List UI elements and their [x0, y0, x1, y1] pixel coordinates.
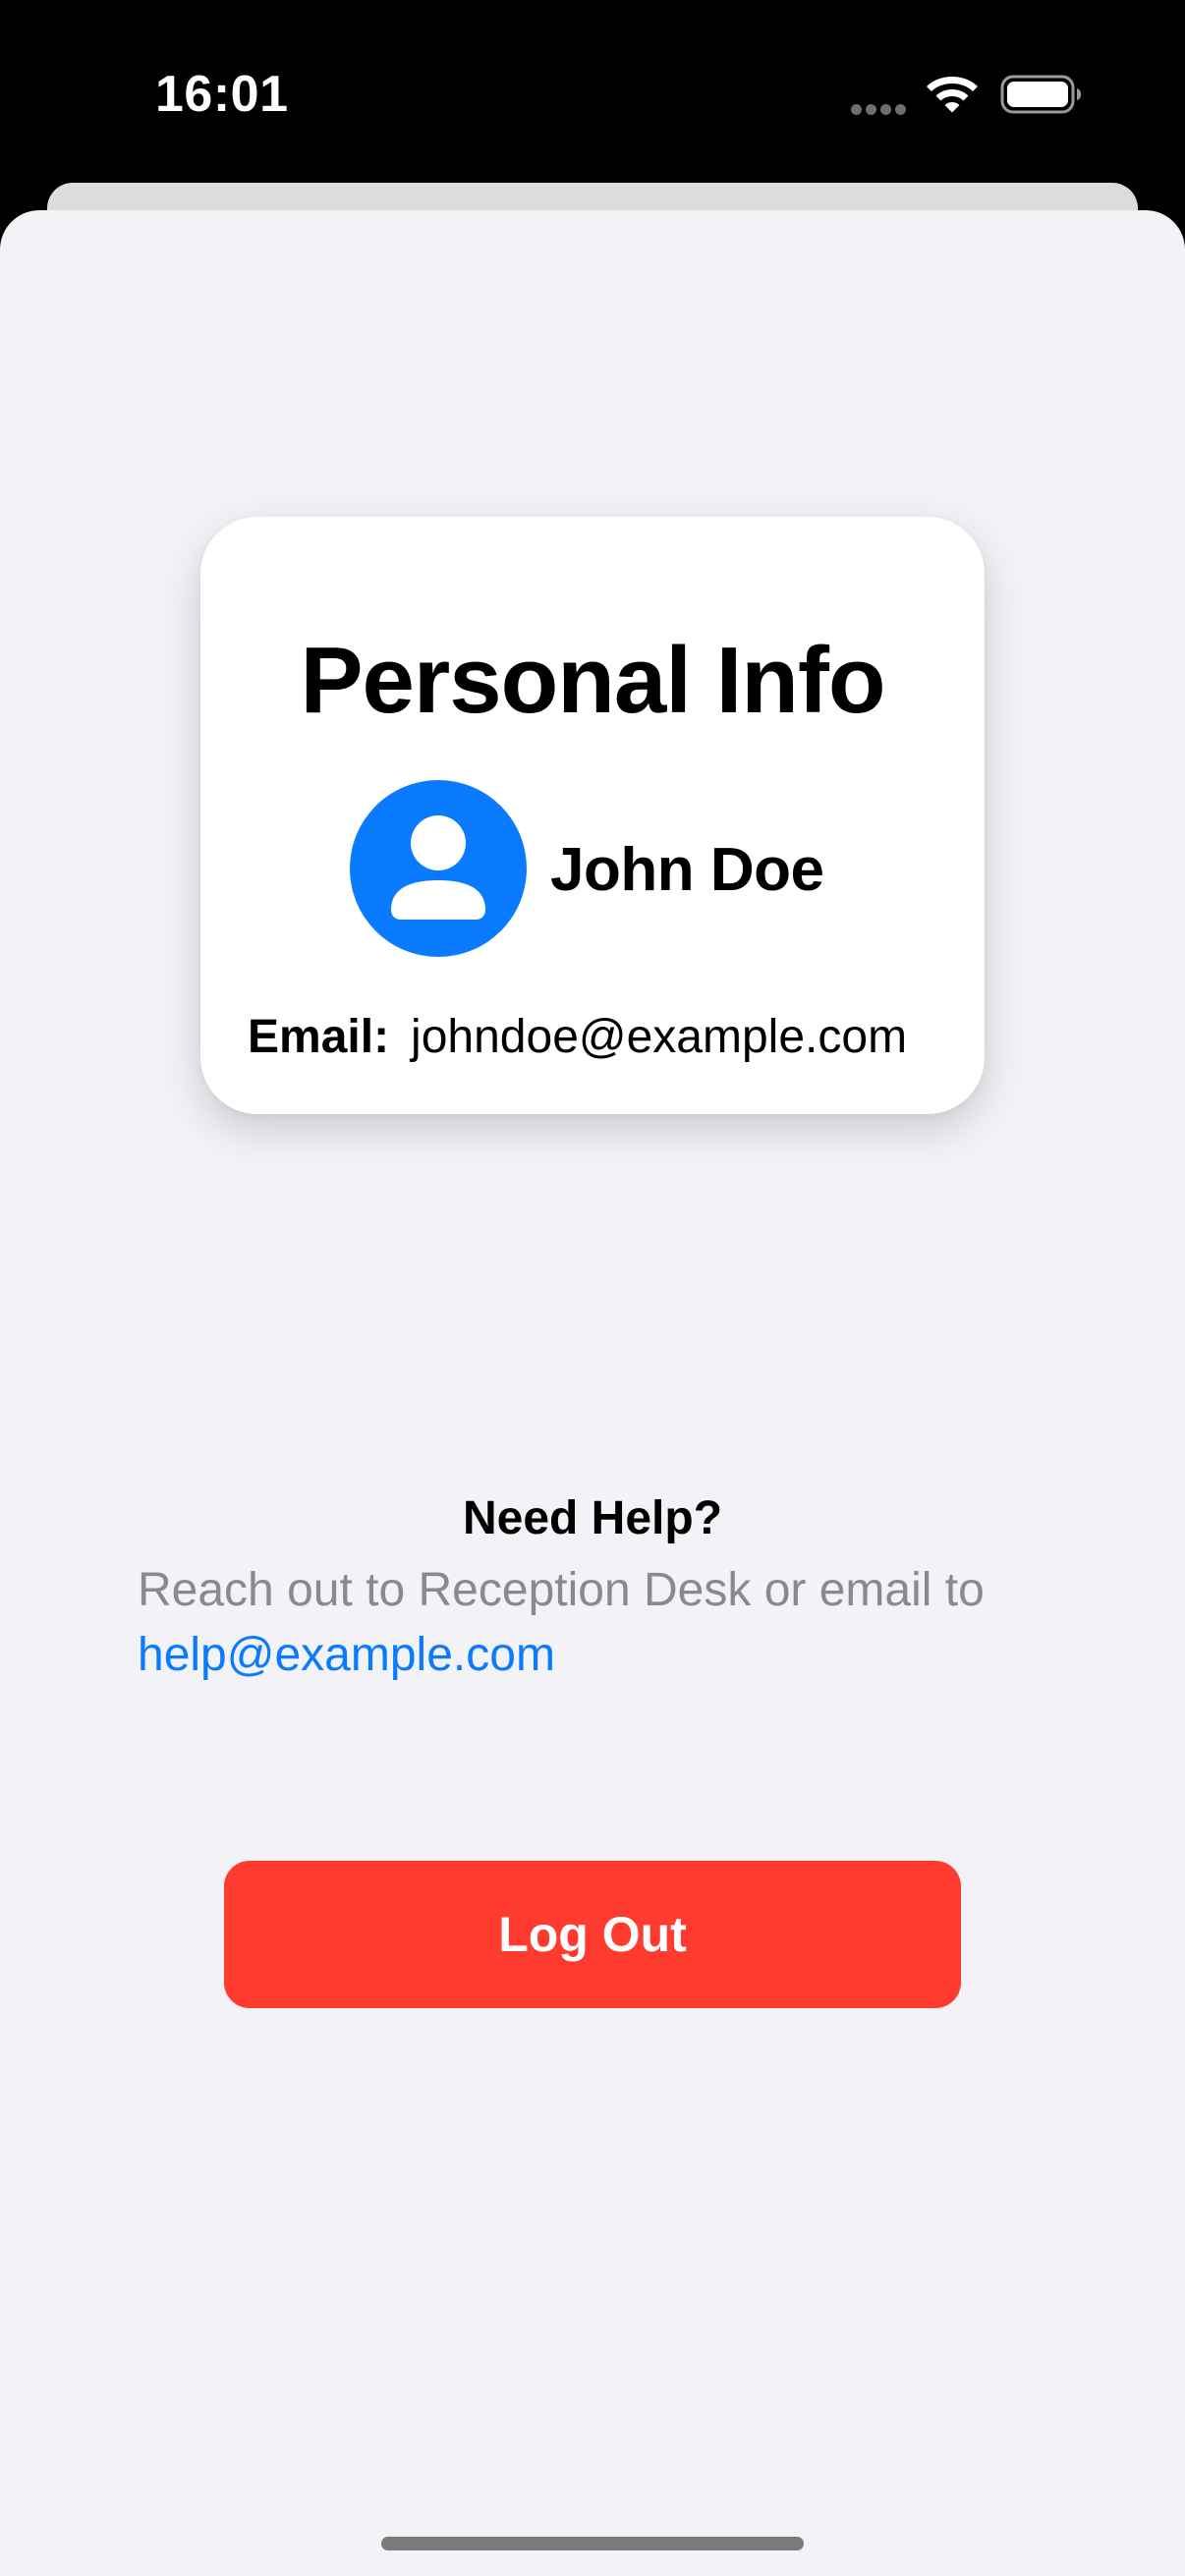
- battery-icon: [1000, 75, 1081, 114]
- person-circle-icon: [350, 780, 527, 957]
- help-title: Need Help?: [462, 1492, 723, 1544]
- help-email-link[interactable]: help@example.com: [138, 1623, 555, 1688]
- home-indicator[interactable]: [381, 2537, 804, 2550]
- person-silhouette-icon: [391, 815, 485, 920]
- signal-dots-icon: [851, 104, 906, 116]
- wifi-icon: [927, 77, 978, 113]
- logout-button[interactable]: Log Out: [224, 1861, 961, 2008]
- email-label: Email:: [248, 1011, 390, 1063]
- email-value: johndoe@example.com: [411, 1011, 908, 1063]
- card-title: Personal Info: [300, 628, 885, 733]
- email-row: Email: johndoe@example.com: [248, 1010, 955, 1064]
- status-bar: 16:01: [0, 0, 1185, 187]
- app-screen: 16:01 Personal Info John Doe Email: john…: [0, 0, 1185, 2576]
- user-name: John Doe: [550, 836, 824, 904]
- personal-info-card: Personal Info John Doe Email: johndoe@exa…: [200, 517, 985, 1114]
- help-text: Reach out to Reception Desk or email to: [138, 1564, 985, 1616]
- status-time: 16:01: [155, 66, 289, 123]
